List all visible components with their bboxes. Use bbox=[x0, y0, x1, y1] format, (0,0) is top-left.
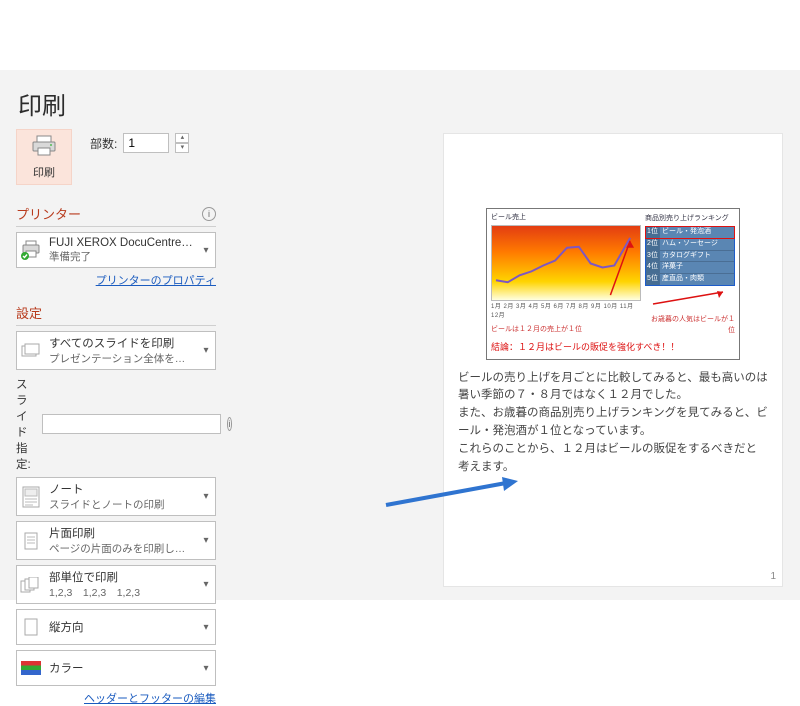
printer-info-icon[interactable]: i bbox=[202, 207, 216, 221]
copies-label: 部数: bbox=[90, 135, 117, 152]
section-printer: プリンター i bbox=[16, 199, 216, 227]
color-title: カラー bbox=[49, 660, 193, 676]
collate-icon bbox=[17, 568, 45, 602]
sides-title: 片面印刷 bbox=[49, 525, 193, 541]
rank-table: 1位ビール・発泡酒 2位ハム・ソーセージ 3位カタログギフト 4位洋菓子 5位産… bbox=[645, 226, 735, 286]
print-button[interactable]: 印刷 bbox=[16, 129, 72, 185]
one-sided-icon bbox=[17, 524, 45, 558]
layout-sub: スライドとノートの印刷 bbox=[49, 497, 193, 512]
sides-sub: ページの片面のみを印刷します bbox=[49, 541, 193, 556]
orientation-dropdown[interactable]: 縦方向 ▾ bbox=[16, 609, 216, 645]
sides-dropdown[interactable]: 片面印刷 ページの片面のみを印刷します ▾ bbox=[16, 521, 216, 560]
chevron-down-icon: ▾ bbox=[197, 245, 215, 256]
section-settings-label: 設定 bbox=[16, 303, 42, 322]
header-footer-link[interactable]: ヘッダーとフッターの編集 bbox=[84, 693, 216, 705]
slide-spec-input[interactable] bbox=[42, 414, 221, 434]
print-range-sub: プレゼンテーション全体を印刷し… bbox=[49, 351, 193, 366]
slide-spec-info-icon[interactable]: i bbox=[227, 417, 232, 431]
copies-spinner[interactable]: ▴ ▾ bbox=[175, 133, 189, 153]
orientation-title: 縦方向 bbox=[49, 619, 193, 635]
printer-dropdown[interactable]: FUJI XEROX DocuCentre… 準備完了 ▾ bbox=[16, 232, 216, 268]
chevron-down-icon: ▾ bbox=[197, 579, 215, 590]
chevron-down-icon: ▾ bbox=[197, 345, 215, 356]
chart-title: ビール売上 bbox=[491, 213, 641, 224]
section-printer-label: プリンター bbox=[16, 204, 81, 223]
chevron-down-icon: ▾ bbox=[197, 491, 215, 502]
printer-status: 準備完了 bbox=[49, 249, 193, 264]
layout-dropdown[interactable]: ノート スライドとノートの印刷 ▾ bbox=[16, 477, 216, 516]
portrait-icon bbox=[17, 610, 45, 644]
preview-page-number: 1 bbox=[770, 569, 776, 585]
chevron-down-icon: ▾ bbox=[197, 663, 215, 674]
printer-properties-link[interactable]: プリンターのプロパティ bbox=[96, 275, 216, 287]
chevron-down-icon: ▾ bbox=[197, 622, 215, 633]
preview-slide: ビール売上 1月 2月 3月 4月 5月 6月 7月 8月 9月 10月 11月… bbox=[486, 208, 740, 360]
preview-notes-text: ビールの売り上げを月ごとに比較してみると、最も高いのは暑い季節の７・８月ではなく… bbox=[458, 370, 768, 477]
printer-ready-icon bbox=[17, 233, 45, 267]
collate-sub: 1,2,3 1,2,3 1,2,3 bbox=[49, 585, 193, 600]
rank-header: 商品別売り上げランキング bbox=[645, 213, 735, 226]
color-icon bbox=[17, 651, 45, 685]
print-button-label: 印刷 bbox=[33, 164, 55, 180]
callout-arrow-icon bbox=[380, 475, 520, 514]
chart-caption-right: お歳暮の人気はビールが１位 bbox=[645, 315, 735, 337]
printer-name: FUJI XEROX DocuCentre… bbox=[49, 237, 193, 249]
collate-title: 部単位で印刷 bbox=[49, 569, 193, 585]
print-backstage-panel: 印刷 印刷 部数: ▴ ▾ プリンター i FUJI XEROX DocuCen… bbox=[0, 70, 800, 600]
rank-arrow-icon bbox=[645, 288, 735, 306]
copies-input[interactable] bbox=[123, 133, 169, 153]
color-dropdown[interactable]: カラー ▾ bbox=[16, 650, 216, 686]
window-chrome-gap bbox=[0, 0, 800, 70]
chart-x-axis: 1月 2月 3月 4月 5月 6月 7月 8月 9月 10月 11月 12月 bbox=[491, 301, 641, 322]
collate-dropdown[interactable]: 部単位で印刷 1,2,3 1,2,3 1,2,3 ▾ bbox=[16, 565, 216, 604]
section-settings: 設定 bbox=[16, 298, 216, 326]
chevron-down-icon: ▾ bbox=[197, 535, 215, 546]
printer-icon bbox=[31, 135, 57, 160]
layout-title: ノート bbox=[49, 481, 193, 497]
print-range-title: すべてのスライドを印刷 bbox=[49, 335, 193, 351]
slides-icon bbox=[17, 334, 45, 368]
chart-conclusion: 結論：１２月はビールの販促を強化すべき！！ bbox=[491, 341, 735, 355]
chart-caption-left: ビールは１２月の売上が１位 bbox=[491, 325, 641, 336]
notes-layout-icon bbox=[17, 480, 45, 514]
slide-spec-label: スライド指定: bbox=[16, 376, 36, 472]
copies-up[interactable]: ▴ bbox=[175, 133, 189, 143]
print-preview: ビール売上 1月 2月 3月 4月 5月 6月 7月 8月 9月 10月 11月… bbox=[444, 134, 782, 586]
print-range-dropdown[interactable]: すべてのスライドを印刷 プレゼンテーション全体を印刷し… ▾ bbox=[16, 331, 216, 370]
chart-plot bbox=[491, 225, 641, 301]
copies-down[interactable]: ▾ bbox=[175, 143, 189, 153]
page-title: 印刷 bbox=[18, 86, 784, 121]
